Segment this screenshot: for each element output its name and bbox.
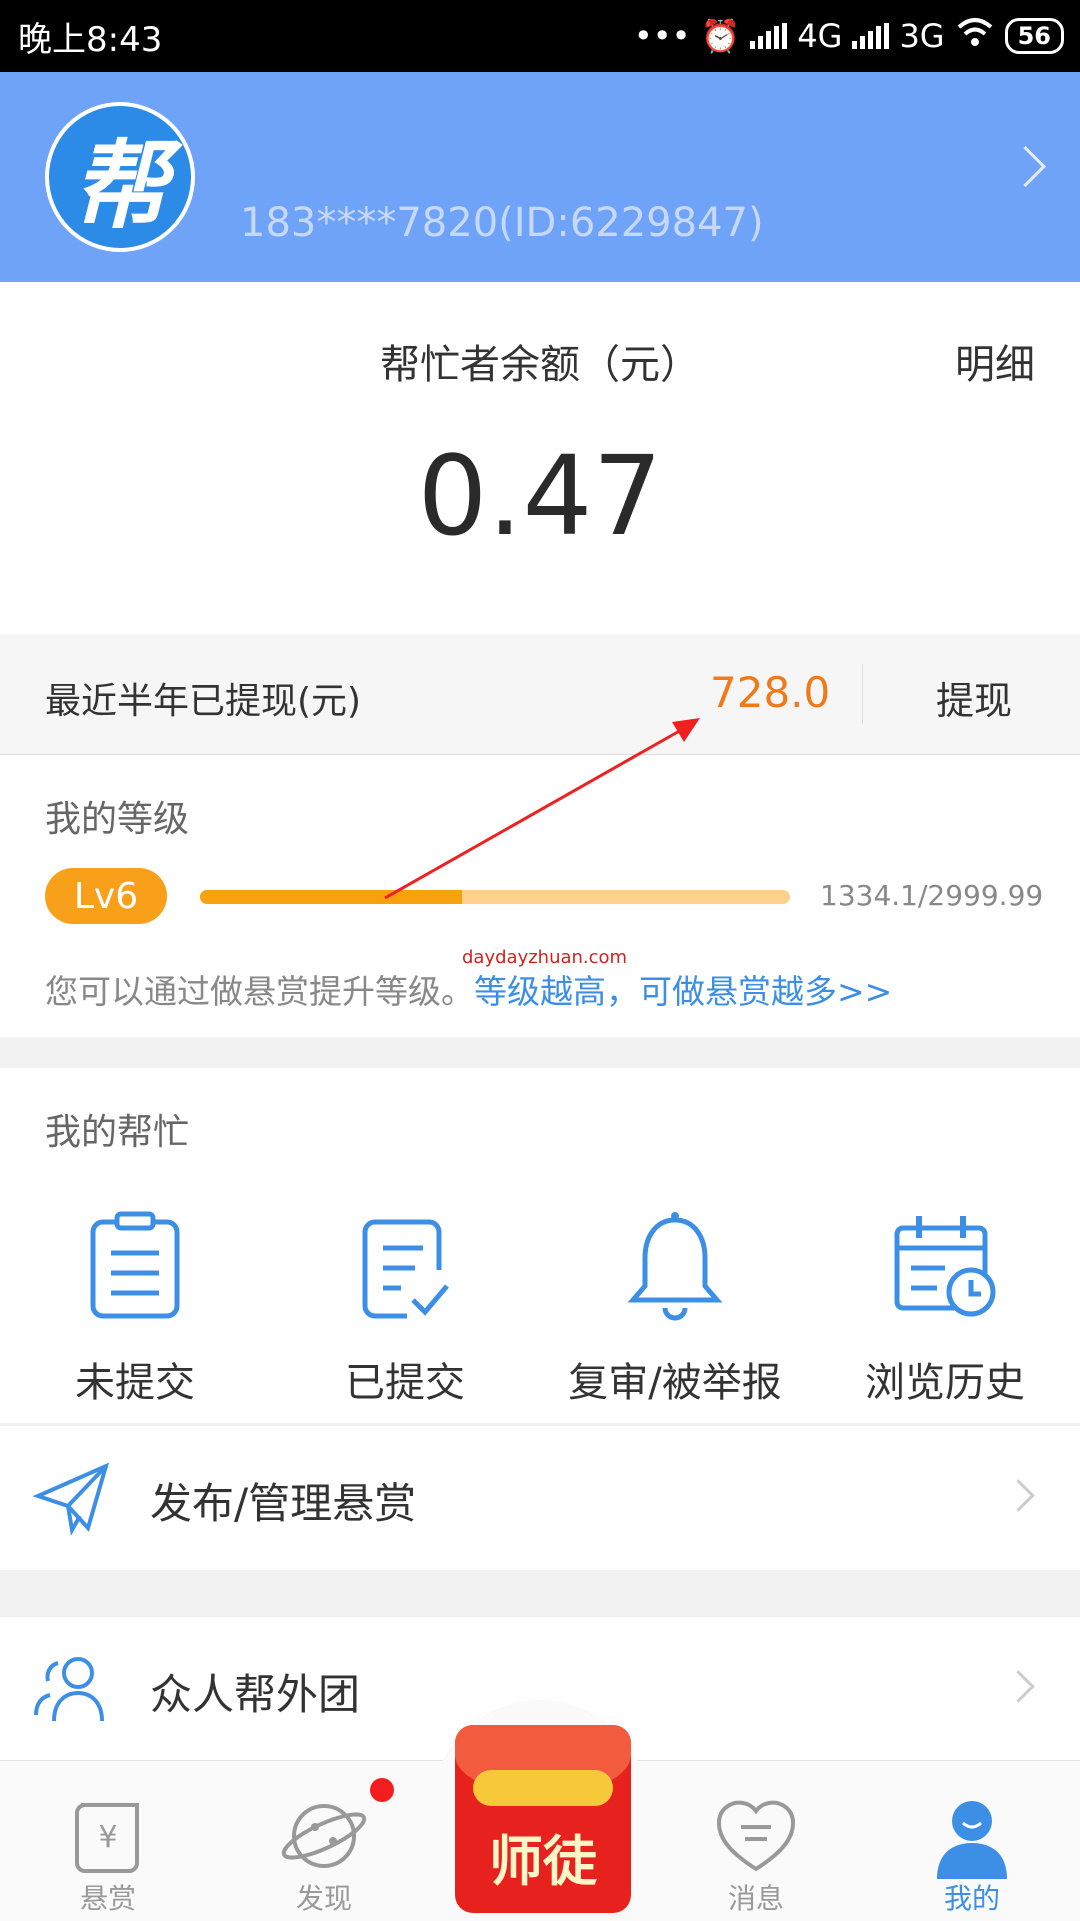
nav-messages[interactable]: 消息: [648, 1761, 864, 1921]
network-label-4g: 4G: [797, 17, 843, 55]
help-item-review[interactable]: 复审/被举报: [540, 1208, 810, 1408]
balance-value: 0.47: [417, 432, 663, 560]
status-bar: 晚上8:43 ••• ⏰ 4G 3G 56: [0, 0, 1080, 72]
level-tip-link[interactable]: 等级越高，可做悬赏越多>>: [474, 972, 892, 1011]
paper-plane-icon: [32, 1462, 110, 1536]
divider: [862, 664, 863, 724]
planet-icon: [281, 1804, 367, 1868]
signal-icon-2: [852, 23, 890, 49]
nav-mine[interactable]: 我的: [864, 1761, 1080, 1921]
battery-indicator: 56: [1004, 18, 1064, 54]
level-tip-text: 您可以通过做悬赏提升等级。: [45, 972, 474, 1011]
level-tip: 您可以通过做悬赏提升等级。等级越高，可做悬赏越多>>: [45, 965, 892, 1013]
alarm-icon: ⏰: [700, 17, 741, 55]
nav-label-mentor: 师徒: [489, 1830, 597, 1893]
clipboard-icon: [90, 1211, 180, 1319]
chevron-right-icon: [1002, 1479, 1035, 1512]
nav-label: 悬赏: [79, 1882, 136, 1915]
more-dots-icon: •••: [633, 17, 691, 55]
withdraw-row: 最近半年已提现(元) 728.0 提现: [0, 634, 1080, 755]
withdraw-button[interactable]: 提现: [936, 670, 1012, 725]
nav-label: 消息: [727, 1882, 784, 1915]
svg-text:¥: ¥: [98, 1820, 117, 1855]
person-icon: [937, 1801, 1007, 1879]
level-progress-text: 1334.1/2999.99: [820, 879, 1044, 912]
profile-header[interactable]: 帮 183****7820(ID:6229847): [0, 72, 1080, 282]
menu-label: 众人帮外团: [150, 1670, 361, 1719]
bell-icon: [627, 1212, 723, 1321]
help-label: 已提交: [345, 1360, 465, 1406]
my-help-title: 我的帮忙: [45, 1112, 190, 1153]
calendar-clock-icon: [894, 1216, 996, 1317]
help-label: 复审/被举报: [568, 1360, 782, 1406]
level-progress-bar: [200, 890, 790, 904]
balance-label: 帮忙者余额（元）: [380, 342, 700, 388]
help-item-unsubmitted[interactable]: 未提交: [0, 1208, 270, 1408]
chevron-right-icon[interactable]: [1004, 145, 1047, 188]
chevron-right-icon: [1002, 1670, 1035, 1703]
help-label: 浏览历史: [865, 1360, 1025, 1406]
my-help-grid: 未提交 已提交 复审/被举报 浏览历史: [0, 1208, 1080, 1408]
level-card: 我的等级 Lv6 1334.1/2999.99 daydayzhuan.com …: [0, 755, 1080, 1037]
withdraw-amount: 728.0: [710, 668, 831, 717]
checked-document-icon: [362, 1219, 449, 1319]
help-label: 未提交: [75, 1360, 195, 1406]
level-title: 我的等级: [45, 799, 190, 840]
menu-row-publish[interactable]: 发布/管理悬赏: [0, 1425, 1080, 1570]
withdraw-label: 最近半年已提现(元): [45, 681, 362, 722]
help-item-history[interactable]: 浏览历史: [810, 1208, 1080, 1408]
wifi-icon: [955, 17, 995, 55]
user-id-text: 183****7820(ID:6229847): [240, 200, 764, 246]
coins-decoration: [473, 1770, 613, 1806]
balance-card: 帮忙者余额（元） 明细 0.47: [0, 282, 1080, 634]
network-label-3g: 3G: [899, 17, 945, 55]
red-envelope-icon[interactable]: 师徒: [455, 1725, 631, 1913]
level-progress-fill: [200, 890, 463, 904]
nav-label: 发现: [295, 1882, 352, 1915]
my-help-card: 我的帮忙 未提交 已提交 复审/被举报 浏览历史: [0, 1068, 1080, 1423]
status-time: 晚上8:43: [18, 20, 163, 60]
help-item-submitted[interactable]: 已提交: [270, 1208, 540, 1408]
notification-dot: [370, 1778, 394, 1802]
scroll-yuan-icon: ¥: [75, 1803, 139, 1873]
status-icons: ••• ⏰ 4G 3G 56: [634, 10, 1064, 62]
level-badge: Lv6: [45, 868, 167, 924]
nav-label: 我的: [943, 1882, 1000, 1915]
detail-link[interactable]: 明细: [955, 332, 1035, 390]
nav-reward[interactable]: ¥ 悬赏: [0, 1761, 216, 1921]
avatar[interactable]: 帮: [45, 102, 195, 252]
nav-discover[interactable]: 发现: [216, 1761, 432, 1921]
users-icon: [34, 1657, 104, 1722]
signal-icon: [750, 23, 788, 49]
menu-label: 发布/管理悬赏: [150, 1479, 417, 1528]
chat-heart-icon: [716, 1800, 796, 1872]
